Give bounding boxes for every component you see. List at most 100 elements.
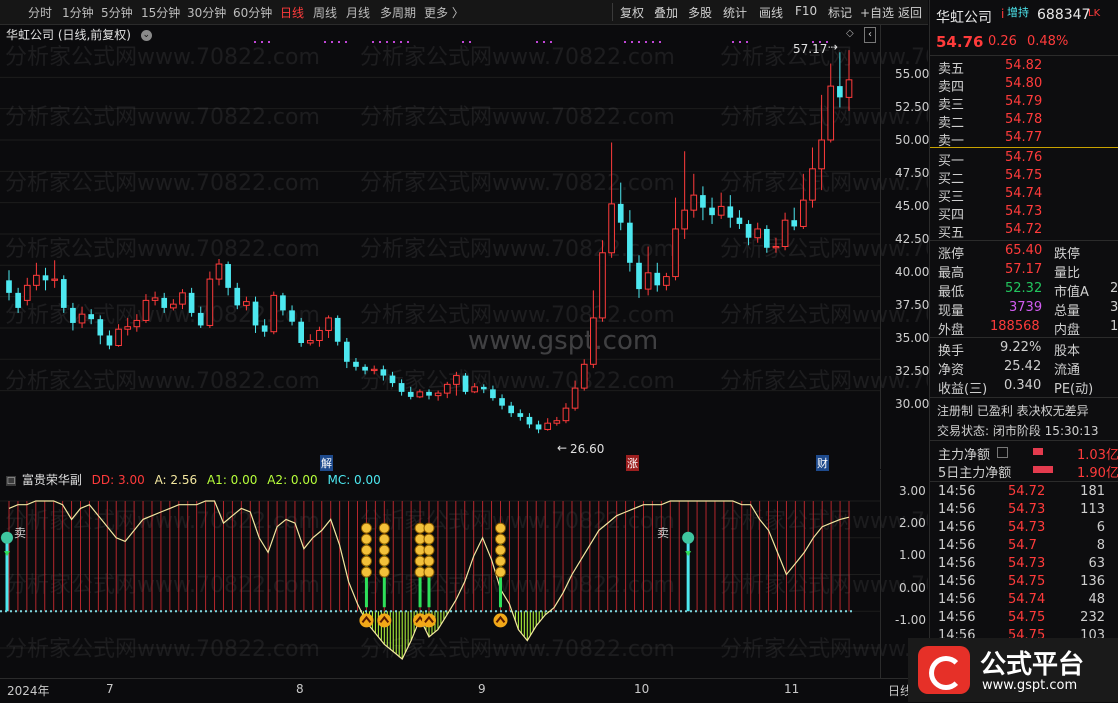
ask-price: 54.82	[1005, 58, 1043, 73]
tick-row[interactable]: 14:56 54.75 232	[930, 609, 1118, 627]
bid-row[interactable]: 买五 54.72	[930, 221, 1118, 241]
candle-body	[6, 280, 12, 293]
tick-row[interactable]: 14:56 54.7 8	[930, 537, 1118, 555]
stock-code: 688347	[1037, 7, 1091, 23]
candle-body	[608, 203, 615, 254]
coin-icon	[423, 522, 435, 534]
event-dot	[624, 41, 626, 43]
chart-options-icon[interactable]: ⌄	[140, 30, 152, 41]
coin-icon	[494, 544, 506, 556]
bid-row[interactable]: 买二 54.75	[930, 167, 1118, 187]
candle-body	[599, 252, 606, 319]
stat-value: 2	[1110, 281, 1118, 296]
event-marker-finance[interactable]: 财	[816, 455, 829, 471]
price-tick: 47.50	[895, 166, 930, 180]
tick-row[interactable]: 14:56 54.75 136	[930, 573, 1118, 591]
indicator-tick: 1.00	[899, 548, 926, 562]
indicator-name[interactable]: 富贵荣华副	[22, 473, 82, 487]
candle-body	[763, 228, 770, 248]
mini-tag: LK	[1088, 8, 1101, 19]
tick-time: 14:56	[938, 538, 976, 553]
period-tab-fenshi[interactable]: 分时	[28, 4, 52, 21]
bid-row[interactable]: 买三 54.74	[930, 185, 1118, 205]
price-tick: 52.50	[895, 100, 930, 114]
ask-row[interactable]: 卖五 54.82	[930, 57, 1118, 77]
candle-body	[627, 222, 633, 263]
candle-body	[206, 278, 214, 326]
period-tab-5min[interactable]: 5分钟	[101, 4, 133, 21]
divider	[930, 440, 1118, 441]
stock-info-icon[interactable]: i	[1001, 7, 1004, 21]
candle-body	[398, 383, 405, 392]
event-dot	[469, 41, 471, 43]
event-dot	[331, 41, 333, 43]
ask-row[interactable]: 卖三 54.79	[930, 93, 1118, 113]
watermark-text: 分析家公式网www.70822.com	[5, 509, 320, 534]
multi-stock-button[interactable]: 多股	[688, 4, 712, 21]
candle-body	[15, 292, 21, 308]
draw-line-button[interactable]: 画线	[759, 4, 783, 21]
period-tab-60min[interactable]: 60分钟	[233, 4, 272, 21]
period-tab-week[interactable]: 周线	[313, 4, 337, 21]
stat-label: PE(动)	[1054, 382, 1094, 397]
coin-icon	[494, 566, 506, 578]
stat-label: 流通	[1054, 363, 1081, 378]
coin-icon	[378, 522, 390, 534]
event-marker-limit-up[interactable]: 涨	[626, 455, 639, 471]
period-tab-30min[interactable]: 30分钟	[187, 4, 226, 21]
period-tab-15min[interactable]: 15分钟	[141, 4, 180, 21]
tick-row[interactable]: 14:56 54.74 48	[930, 591, 1118, 609]
coin-icon	[378, 533, 390, 545]
tick-price: 54.74	[1008, 592, 1046, 607]
kline-chart[interactable]: 分析家公式网www.70822.com 分析家公式网www.70822.com 分析…	[0, 24, 930, 471]
candle-body	[800, 199, 807, 227]
period-tab-1min[interactable]: 1分钟	[62, 4, 94, 21]
period-tab-more[interactable]: 更多 〉	[424, 4, 464, 21]
add-watchlist-button[interactable]: +自选	[860, 4, 894, 21]
bid-row[interactable]: 买一 54.76	[930, 149, 1118, 169]
tick-time: 14:56	[938, 592, 976, 607]
f10-button[interactable]: F10	[795, 4, 817, 18]
flow-detail-icon[interactable]	[997, 447, 1008, 458]
stat-value: 188568	[990, 319, 1040, 334]
event-marker-unlock[interactable]: 解	[320, 455, 333, 471]
statistics-button[interactable]: 统计	[723, 4, 747, 21]
stat-value: 25.42	[1004, 359, 1042, 374]
back-button[interactable]: 返回	[898, 4, 922, 21]
price-tick: 42.50	[895, 232, 930, 246]
date-tick: 8	[296, 682, 304, 696]
tick-time: 14:56	[938, 610, 976, 625]
tick-row[interactable]: 14:56 54.73 113	[930, 501, 1118, 519]
indicator-a1: A1: 0.00	[206, 473, 258, 487]
restore-rights-button[interactable]: 复权	[620, 4, 644, 21]
indicator-chart[interactable]: 分析家公式网www.70822.com 分析家公式网www.70822.com 分析…	[0, 470, 928, 678]
period-tab-multi[interactable]: 多周期	[380, 4, 416, 21]
overlay-button[interactable]: 叠加	[654, 4, 678, 21]
candle-body	[306, 339, 314, 344]
mark-button[interactable]: 标记	[828, 4, 852, 21]
candle-body	[809, 168, 816, 201]
coin-icon	[423, 555, 435, 567]
candle-body	[654, 272, 661, 286]
period-tab-month[interactable]: 月线	[346, 4, 370, 21]
candle-body	[362, 366, 368, 371]
ask-row[interactable]: 卖一 54.77	[930, 129, 1118, 149]
stat-label: 现量	[938, 304, 965, 319]
ask-row[interactable]: 卖四 54.80	[930, 75, 1118, 95]
event-dot	[372, 41, 374, 43]
candle-body	[772, 246, 780, 249]
candle-body	[316, 329, 323, 341]
tick-row[interactable]: 14:56 54.73 6	[930, 519, 1118, 537]
bid-row[interactable]: 买四 54.73	[930, 203, 1118, 223]
period-tab-day[interactable]: 日线	[280, 4, 304, 21]
indicator-toggle-icon[interactable]: □	[6, 475, 16, 486]
watermark-text: 分析家公式网www.70822.com	[360, 369, 675, 394]
watermark-center: www.gspt.com	[468, 326, 658, 356]
tick-row[interactable]: 14:56 54.72 181	[930, 483, 1118, 501]
ask-row[interactable]: 卖二 54.78	[930, 111, 1118, 131]
candle-body	[124, 326, 132, 330]
collapse-icon[interactable]: ‹	[864, 27, 876, 43]
brand-logo: 公式平台 www.gspt.com	[908, 638, 1118, 702]
candle-body	[88, 314, 95, 320]
tick-row[interactable]: 14:56 54.73 63	[930, 555, 1118, 573]
